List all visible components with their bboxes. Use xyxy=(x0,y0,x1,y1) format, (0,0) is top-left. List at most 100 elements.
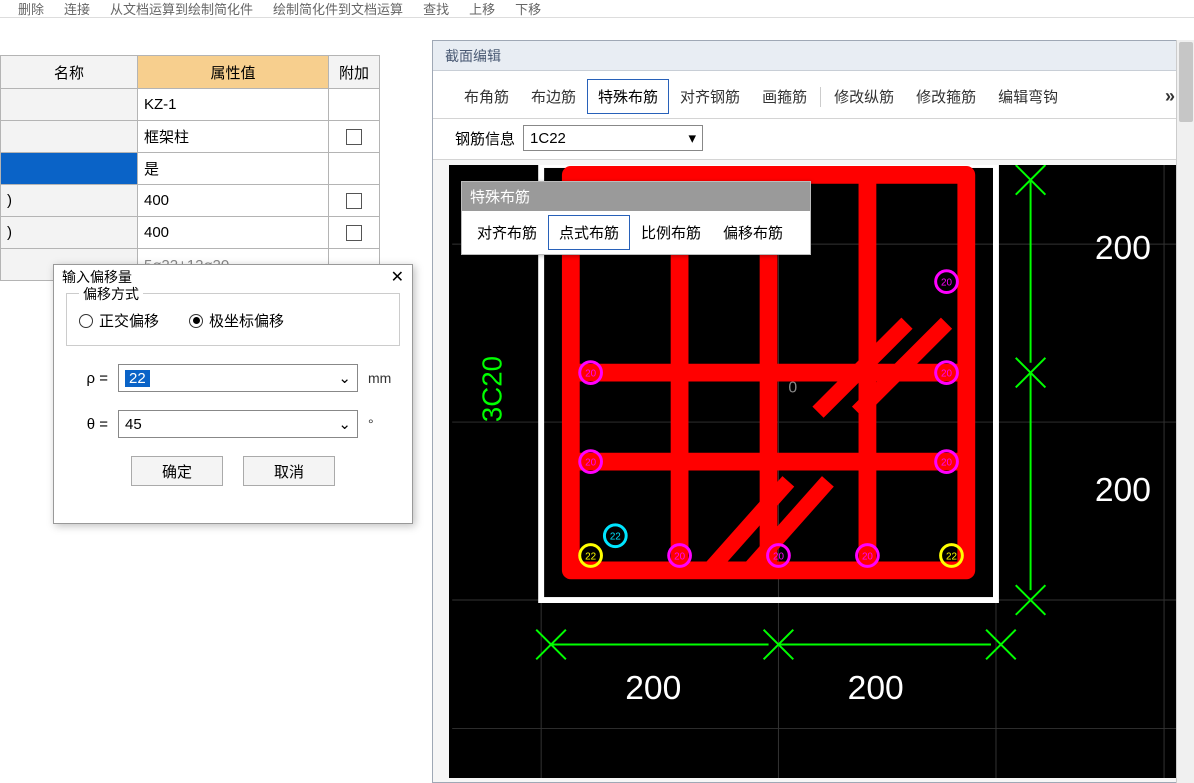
rebar-info-value: 1C22 xyxy=(530,130,566,147)
radio-orthogonal[interactable]: 正交偏移 xyxy=(79,310,159,331)
chevron-down-icon[interactable]: ▾ xyxy=(688,129,696,147)
svg-text:20: 20 xyxy=(941,278,952,289)
chevron-down-icon[interactable]: ⌄ xyxy=(338,415,351,433)
svg-text:20: 20 xyxy=(941,458,952,469)
svg-text:20: 20 xyxy=(773,551,784,562)
svg-text:22: 22 xyxy=(946,551,957,562)
property-value[interactable]: 是 xyxy=(138,153,329,184)
property-value[interactable]: 400 xyxy=(138,217,329,248)
svg-text:22: 22 xyxy=(610,532,621,543)
group-label: 偏移方式 xyxy=(79,284,143,304)
property-row[interactable]: 是 xyxy=(0,153,380,185)
subtool-offset[interactable]: 偏移布筋 xyxy=(712,215,794,250)
origin-mark: 0 xyxy=(788,379,797,396)
subtool-point[interactable]: 点式布筋 xyxy=(548,215,630,250)
property-value[interactable]: 框架柱 xyxy=(138,121,329,152)
vertical-scrollbar[interactable] xyxy=(1176,40,1194,783)
svg-text:22: 22 xyxy=(585,551,596,562)
ok-button[interactable]: 确定 xyxy=(131,456,223,486)
dim-value: 200 xyxy=(1095,230,1151,267)
property-extra[interactable] xyxy=(329,185,379,216)
radio-icon xyxy=(189,314,203,328)
svg-text:20: 20 xyxy=(585,369,596,380)
dim-value: 200 xyxy=(625,670,681,707)
tab-edit-hook[interactable]: 编辑弯钩 xyxy=(987,79,1069,114)
property-name xyxy=(1,153,138,184)
rebar-info-input[interactable]: 1C22 ▾ xyxy=(523,125,703,151)
tab-align-rebar[interactable]: 对齐钢筋 xyxy=(669,79,751,114)
radio-label: 极坐标偏移 xyxy=(209,310,284,331)
checkbox-icon[interactable] xyxy=(346,129,362,145)
svg-text:20: 20 xyxy=(585,458,596,469)
property-extra[interactable] xyxy=(329,217,379,248)
section-drawing: 20 20 20 20 20 20 20 20 22 22 22 0 200 200 xyxy=(449,165,1187,778)
section-canvas[interactable]: 20 20 20 20 20 20 20 20 22 22 22 0 200 200 xyxy=(449,165,1187,778)
property-extra[interactable] xyxy=(329,121,379,152)
editor-tabs: 布角筋 布边筋 特殊布筋 对齐钢筋 画箍筋 修改纵筋 修改箍筋 编辑弯钩 » xyxy=(433,71,1191,119)
tab-corner-rebar[interactable]: 布角筋 xyxy=(453,79,520,114)
theta-input[interactable]: 45 ⌄ xyxy=(118,410,358,438)
tab-edge-rebar[interactable]: 布边筋 xyxy=(520,79,587,114)
left-rebar-label: 3C20 xyxy=(477,356,508,422)
toolbar-item[interactable]: 绘制简化件到文档运算 xyxy=(273,0,403,18)
toolbar-item[interactable]: 删除 xyxy=(18,0,44,18)
property-row[interactable]: ) 400 xyxy=(0,217,380,249)
theta-value: 45 xyxy=(125,416,142,433)
rho-label: ρ = xyxy=(72,370,108,387)
theta-label: θ = xyxy=(72,416,108,433)
chevron-down-icon[interactable]: ⌄ xyxy=(338,369,351,387)
dim-value: 200 xyxy=(848,670,904,707)
col-header-extra: 附加 xyxy=(329,56,379,88)
property-grid: 名称 属性值 附加 KZ-1 框架柱 是 ) 400 ) 400 5⌀22+12… xyxy=(0,55,380,281)
toolbar-item[interactable]: 下移 xyxy=(515,0,541,18)
separator xyxy=(820,87,821,107)
toolbar-item[interactable]: 查找 xyxy=(423,0,449,18)
rho-input[interactable]: 22 ⌄ xyxy=(118,364,358,392)
dim-value: 200 xyxy=(1095,472,1151,509)
rho-unit: mm xyxy=(368,370,394,386)
scrollbar-thumb[interactable] xyxy=(1179,42,1193,122)
offset-dialog: 输入偏移量 ✕ 偏移方式 正交偏移 极坐标偏移 ρ = 22 ⌄ mm θ = xyxy=(53,264,413,524)
property-name xyxy=(1,89,138,120)
property-row[interactable]: KZ-1 xyxy=(0,89,380,121)
property-row[interactable]: ) 400 xyxy=(0,185,380,217)
rebar-info-label: 钢筋信息 xyxy=(455,128,515,149)
subtoolbar-title: 特殊布筋 xyxy=(462,182,810,211)
toolbar-item[interactable]: 连接 xyxy=(64,0,90,18)
tab-modify-long[interactable]: 修改纵筋 xyxy=(823,79,905,114)
subtool-ratio[interactable]: 比例布筋 xyxy=(630,215,712,250)
property-name: ) xyxy=(1,217,138,248)
rho-value: 22 xyxy=(125,370,150,387)
tab-draw-stirrup[interactable]: 画箍筋 xyxy=(751,79,818,114)
tab-modify-stirrup[interactable]: 修改箍筋 xyxy=(905,79,987,114)
tab-special-rebar[interactable]: 特殊布筋 xyxy=(587,79,669,114)
radio-icon xyxy=(79,314,93,328)
property-row[interactable]: 框架柱 xyxy=(0,121,380,153)
top-toolbar: 删除 连接 从文档运算到绘制简化件 绘制简化件到文档运算 查找 上移 下移 xyxy=(0,0,1194,18)
section-editor-panel: 截面编辑 布角筋 布边筋 特殊布筋 对齐钢筋 画箍筋 修改纵筋 修改箍筋 编辑弯… xyxy=(432,40,1192,783)
offset-mode-group: 偏移方式 正交偏移 极坐标偏移 xyxy=(66,293,400,346)
col-header-name: 名称 xyxy=(1,56,138,88)
svg-text:20: 20 xyxy=(941,369,952,380)
property-value[interactable]: 400 xyxy=(138,185,329,216)
toolbar-item[interactable]: 从文档运算到绘制简化件 xyxy=(110,0,253,18)
col-header-value: 属性值 xyxy=(138,56,329,88)
radio-polar[interactable]: 极坐标偏移 xyxy=(189,310,284,331)
checkbox-icon[interactable] xyxy=(346,193,362,209)
svg-text:20: 20 xyxy=(674,551,685,562)
subtool-align[interactable]: 对齐布筋 xyxy=(466,215,548,250)
cancel-button[interactable]: 取消 xyxy=(243,456,335,486)
checkbox-icon[interactable] xyxy=(346,225,362,241)
toolbar-item[interactable]: 上移 xyxy=(469,0,495,18)
theta-unit: ° xyxy=(368,416,394,432)
property-name xyxy=(1,121,138,152)
property-extra xyxy=(329,153,379,184)
property-extra xyxy=(329,89,379,120)
property-value[interactable]: KZ-1 xyxy=(138,89,329,120)
close-icon[interactable]: ✕ xyxy=(391,267,404,287)
special-rebar-subtoolbar: 特殊布筋 对齐布筋 点式布筋 比例布筋 偏移布筋 xyxy=(461,181,811,255)
property-name: ) xyxy=(1,185,138,216)
panel-title: 截面编辑 xyxy=(433,41,1191,71)
svg-text:20: 20 xyxy=(862,551,873,562)
radio-label: 正交偏移 xyxy=(99,310,159,331)
